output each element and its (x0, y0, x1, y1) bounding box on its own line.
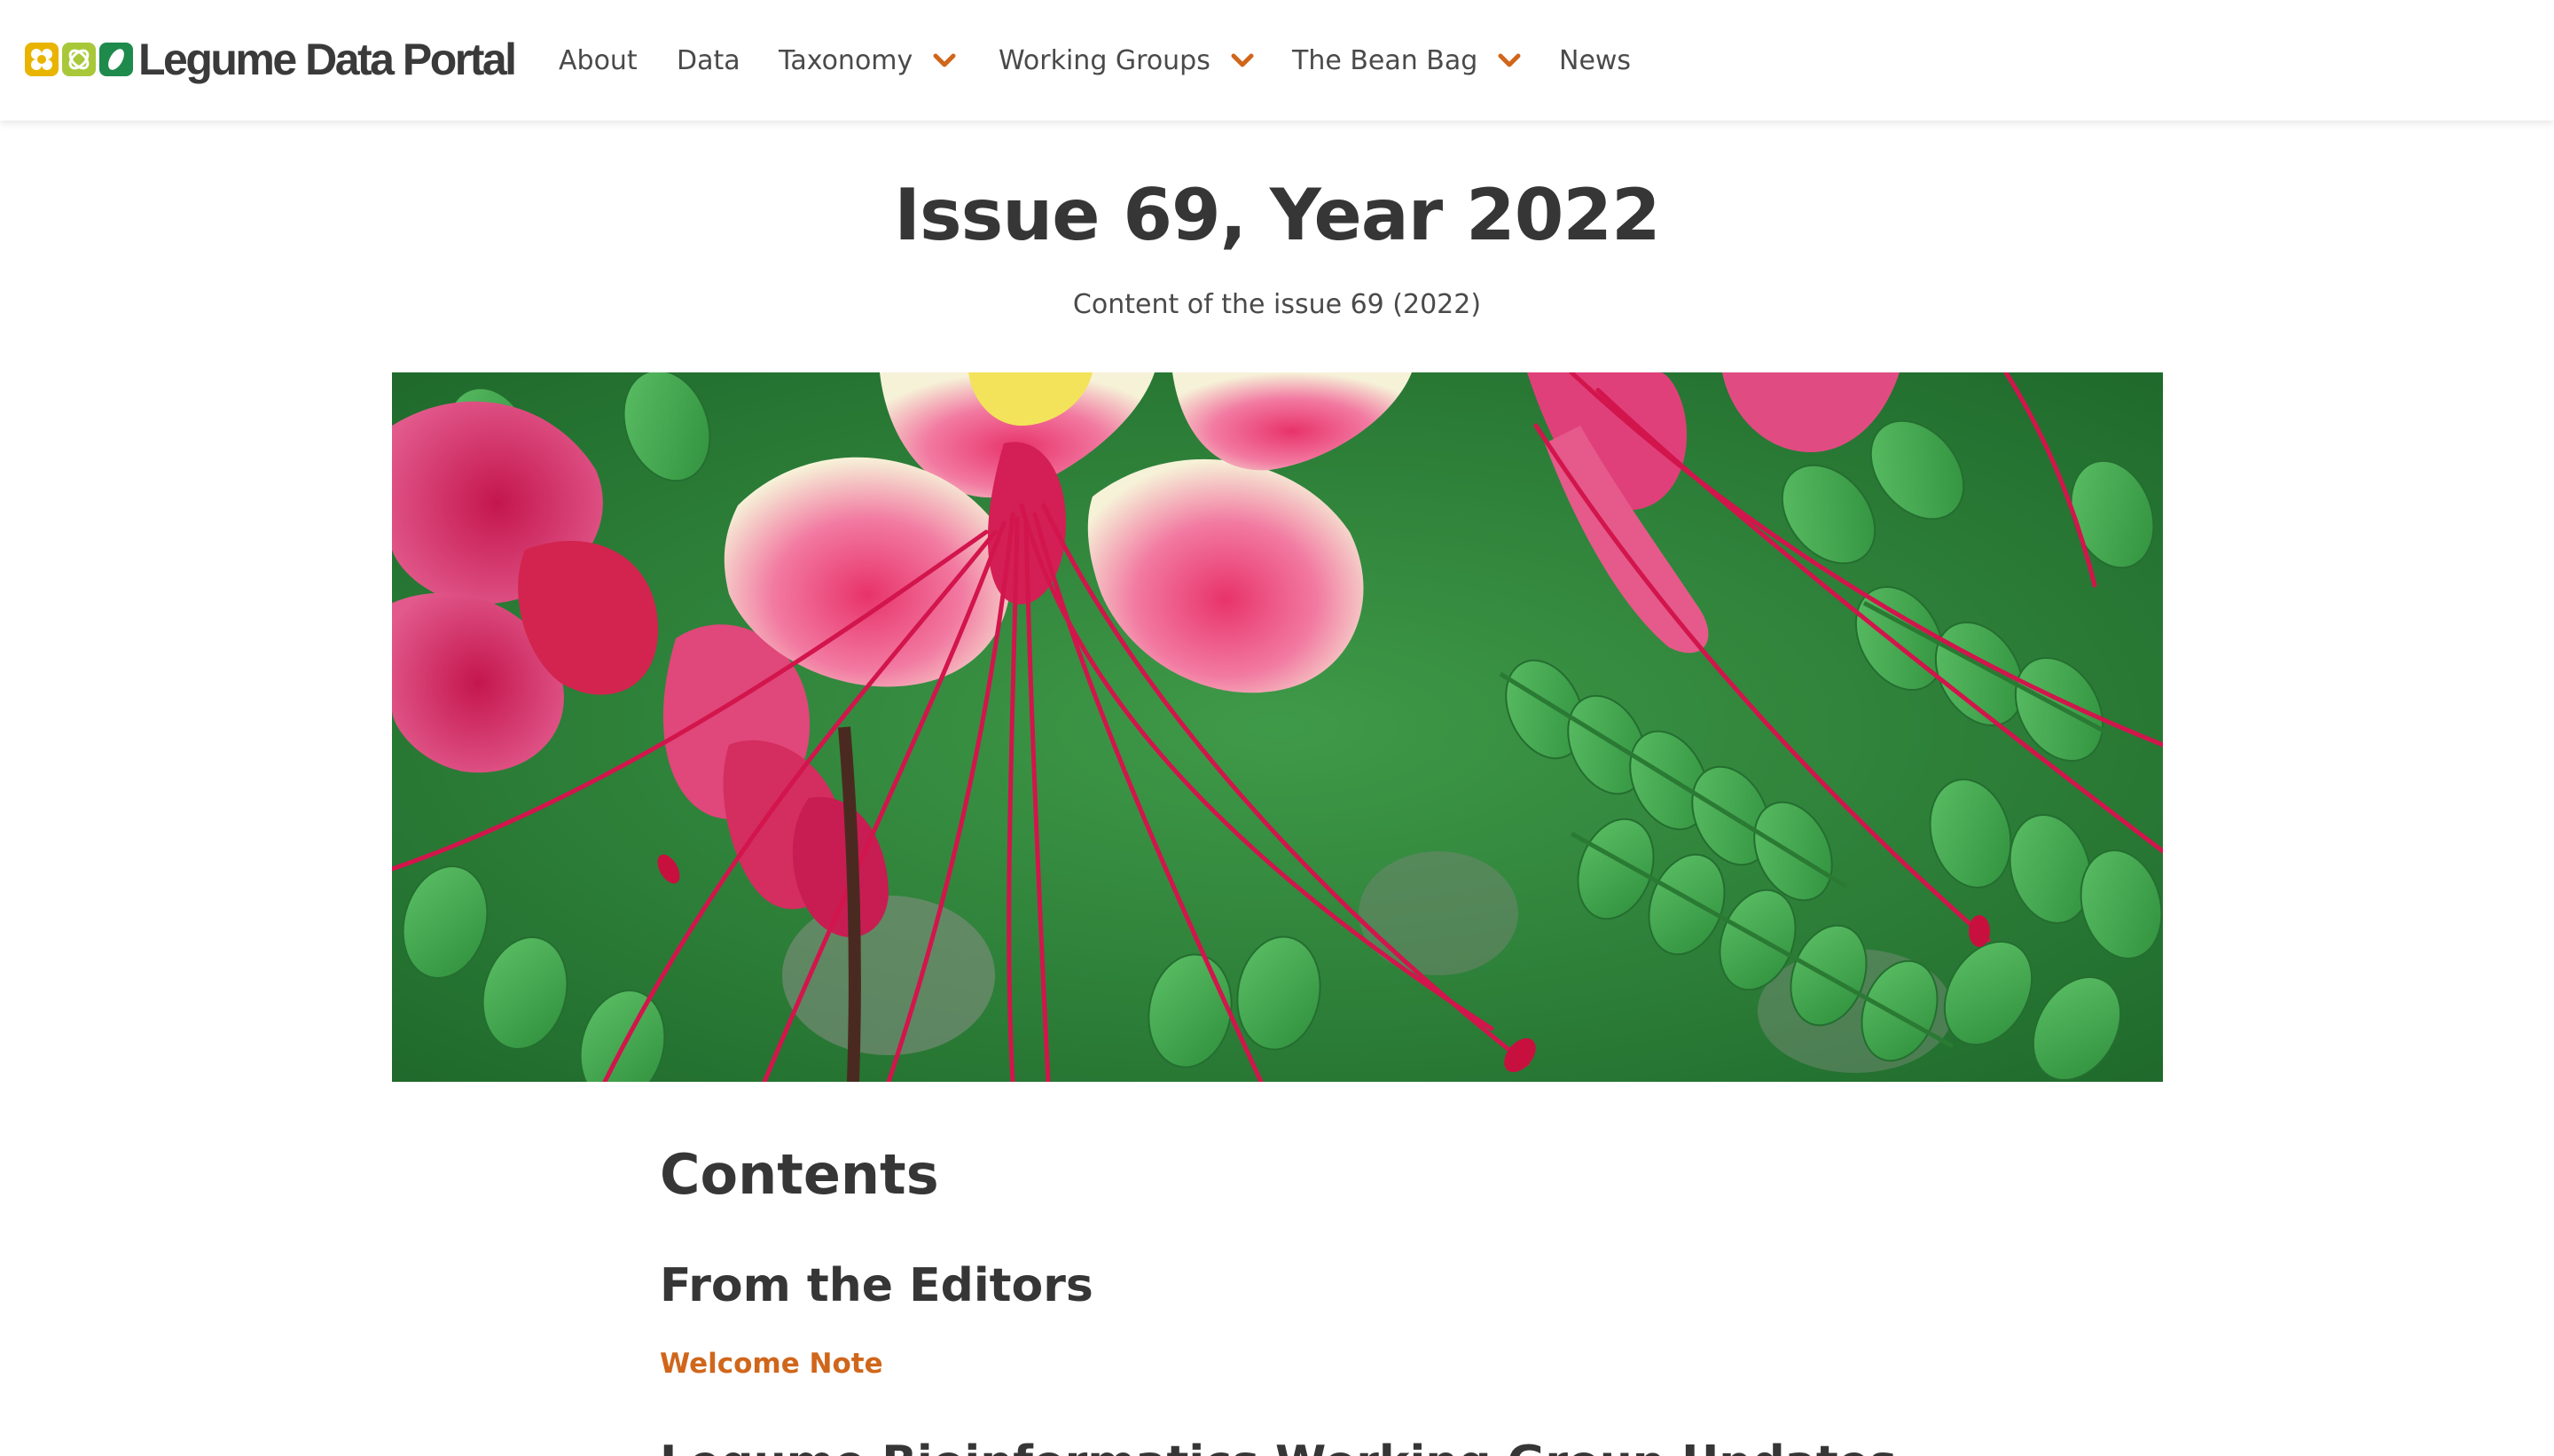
chevron-down-icon (1231, 53, 1254, 67)
nav-working-groups[interactable]: Working Groups (999, 41, 1255, 80)
nav-about[interactable]: About (559, 41, 638, 80)
nav-taxonomy[interactable]: Taxonomy (779, 41, 957, 80)
top-navbar: Legume Data Portal About Data Taxonomy W… (0, 0, 2554, 121)
nav-data-label: Data (677, 44, 740, 76)
nav-data[interactable]: Data (677, 41, 740, 80)
nav-taxonomy-label: Taxonomy (779, 44, 913, 76)
page-subtitle: Content of the issue 69 (2022) (1072, 289, 1482, 320)
nav-working-groups-label: Working Groups (999, 44, 1210, 76)
nav-about-label: About (559, 44, 638, 76)
logo-yellow-tile-icon (25, 43, 59, 76)
logo-green-tile-icon (99, 43, 133, 76)
chevron-down-icon (1498, 53, 1521, 67)
contents-heading: Contents (660, 1142, 939, 1207)
chevron-down-icon (933, 53, 956, 67)
toc-link-welcome-note[interactable]: Welcome Note (660, 1348, 883, 1380)
logo-lime-tile-icon (62, 43, 96, 76)
nav-the-bean-bag-label: The Bean Bag (1292, 44, 1478, 76)
flower-photo-illustration (392, 372, 2163, 1082)
page-title: Issue 69, Year 2022 (894, 174, 1660, 256)
brand-logo-link[interactable]: Legume Data Portal (25, 34, 517, 85)
nav-the-bean-bag[interactable]: The Bean Bag (1292, 41, 1522, 80)
nav-news-label: News (1559, 44, 1632, 76)
brand-name: Legume Data Portal (138, 35, 517, 84)
section-heading-partial: Legume Bioinformatics Working Group Upda… (660, 1436, 1897, 1456)
section-heading-from-the-editors: From the Editors (660, 1259, 1093, 1312)
issue-banner-image (392, 372, 2163, 1082)
nav-news[interactable]: News (1559, 41, 1631, 80)
